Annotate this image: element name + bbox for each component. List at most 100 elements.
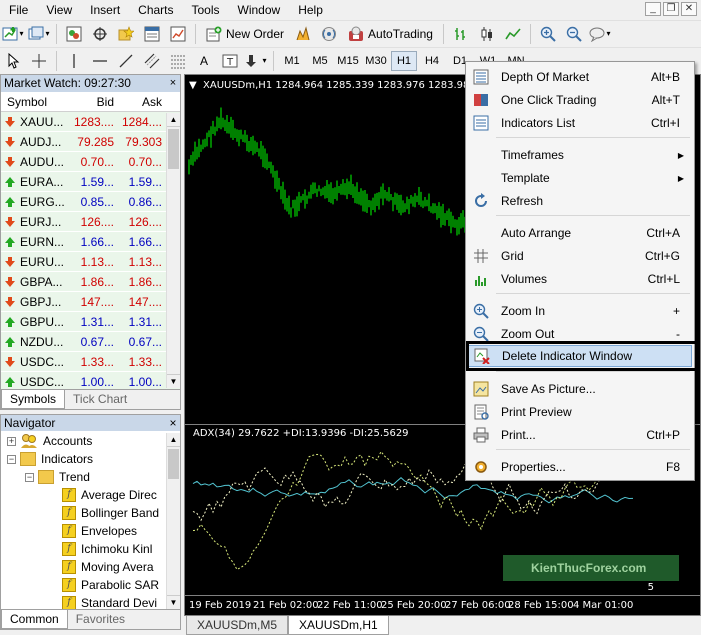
text-label-button[interactable]: T (219, 50, 241, 72)
fibonacci-button[interactable] (167, 50, 189, 72)
menu-item-template[interactable]: Template ▶ (468, 167, 692, 189)
navigator-item-folder[interactable]: − Trend (25, 468, 90, 486)
market-watch-row[interactable]: GBPU... 1.31... 1.31... (1, 312, 180, 332)
horizontal-line-button[interactable] (89, 50, 111, 72)
new-order-button[interactable]: New Order (202, 23, 288, 45)
tree-toggle-icon[interactable]: − (7, 454, 16, 464)
navigator-item-indicator[interactable]: f Moving Avera (49, 558, 154, 576)
column-header-ask[interactable]: Ask (118, 92, 166, 111)
market-watch-row[interactable]: EURN... 1.66... 1.66... (1, 232, 180, 252)
navigator-scrollbar[interactable]: ▲ ▼ (166, 433, 180, 609)
menu-item-save-as-picture[interactable]: Save As Picture... (468, 378, 692, 400)
restore-button[interactable]: ❐ (663, 2, 679, 16)
zoom-in-button[interactable] (537, 23, 559, 45)
timeframe-m1[interactable]: M1 (279, 51, 305, 71)
menu-item-timeframes[interactable]: Timeframes ▶ (468, 144, 692, 166)
chart-candles-button[interactable] (476, 23, 498, 45)
arrows-button[interactable]: ▾ (245, 50, 267, 72)
tree-toggle-icon[interactable]: − (25, 472, 34, 482)
trendline-button[interactable] (115, 50, 137, 72)
new-chart-button[interactable]: ▾ (2, 23, 24, 45)
menu-item-depth-of-market[interactable]: Depth Of Market Alt+B (468, 66, 692, 88)
crosshair-button[interactable] (28, 50, 50, 72)
menu-item-auto-arrange[interactable]: Auto Arrange Ctrl+A (468, 222, 692, 244)
chart-tab-h1[interactable]: XAUUSDm,H1 (288, 616, 389, 635)
tab-tick-chart[interactable]: Tick Chart (65, 390, 135, 409)
market-watch-row[interactable]: NZDU... 0.67... 0.67... (1, 332, 180, 352)
terminal-button[interactable] (141, 23, 163, 45)
navigator-item-indicator[interactable]: f Ichimoku Kinl (49, 540, 152, 558)
navigator-item-indicator[interactable]: f Parabolic SAR (49, 576, 159, 594)
menu-item-one-click-trading[interactable]: One Click Trading Alt+T (468, 89, 692, 111)
timeframe-m5[interactable]: M5 (307, 51, 333, 71)
close-button[interactable]: ✕ (681, 2, 697, 16)
chart-line-button[interactable] (502, 23, 524, 45)
menu-item-label: Volumes (501, 272, 548, 286)
navigator-item-indicator[interactable]: f Envelopes (49, 522, 137, 540)
tab-favorites[interactable]: Favorites (68, 610, 133, 629)
menu-item-print-preview[interactable]: Print Preview (468, 401, 692, 423)
strategy-tester-button[interactable] (167, 23, 189, 45)
menu-file[interactable]: File (0, 1, 37, 19)
tile-windows-button[interactable]: ▾ (589, 23, 611, 45)
market-watch-row[interactable]: GBPJ... 147.... 147.... (1, 292, 180, 312)
navigator-button[interactable] (115, 23, 137, 45)
navigator-item-folder[interactable]: − Indicators (7, 450, 93, 468)
chart-tab-m5[interactable]: XAUUSDm,M5 (186, 616, 289, 635)
market-watch-button[interactable] (63, 23, 85, 45)
data-window-button[interactable] (89, 23, 111, 45)
market-watch-row[interactable]: EURU... 1.13... 1.13... (1, 252, 180, 272)
tab-common[interactable]: Common (1, 610, 68, 629)
navigator-item-indicator[interactable]: f Average Direc (49, 486, 157, 504)
svg-text:T: T (226, 57, 234, 68)
market-watch-row[interactable]: GBPA... 1.86... 1.86... (1, 272, 180, 292)
menu-insert[interactable]: Insert (81, 1, 129, 19)
menu-item-indicators-list[interactable]: Indicators List Ctrl+I (468, 112, 692, 134)
navigator-item-indicator[interactable]: f Bollinger Band (49, 504, 159, 522)
menu-item-zoom-in[interactable]: Zoom In + (468, 300, 692, 322)
menu-help[interactable]: Help (289, 1, 332, 19)
timeframe-m15[interactable]: M15 (335, 51, 361, 71)
column-header-symbol[interactable]: Symbol (1, 92, 67, 111)
menu-view[interactable]: View (37, 1, 81, 19)
profiles-button[interactable]: ▾ (28, 23, 50, 45)
signals-button[interactable] (318, 23, 340, 45)
timeframe-m30[interactable]: M30 (363, 51, 389, 71)
timeframe-h4[interactable]: H4 (419, 51, 445, 71)
market-watch-row[interactable]: EURA... 1.59... 1.59... (1, 172, 180, 192)
menu-charts[interactable]: Charts (129, 1, 182, 19)
market-watch-row[interactable]: AUDJ... 79.285 79.303 (1, 132, 180, 152)
autotrading-button[interactable]: AutoTrading (344, 23, 437, 45)
menu-item-properties[interactable]: Properties... F8 (468, 456, 692, 478)
market-watch-row[interactable]: USDC... 1.33... 1.33... (1, 352, 180, 372)
market-watch-close-icon[interactable]: × (166, 75, 180, 92)
tab-symbols[interactable]: Symbols (1, 390, 66, 409)
navigator-item-accounts[interactable]: + Accounts (7, 432, 92, 450)
cursor-button[interactable] (2, 50, 24, 72)
minimize-button[interactable]: _ (645, 2, 661, 16)
channel-button[interactable] (141, 50, 163, 72)
menu-item-volumes[interactable]: Volumes Ctrl+L (468, 268, 692, 290)
tree-toggle-icon[interactable]: + (7, 436, 16, 446)
text-button[interactable]: A (193, 50, 215, 72)
chart-bars-button[interactable] (450, 23, 472, 45)
menu-tools[interactable]: Tools (183, 1, 229, 19)
row-bid: 0.70... (80, 155, 114, 169)
zoom-out-button[interactable] (563, 23, 585, 45)
market-watch-row[interactable]: EURJ... 126.... 126.... (1, 212, 180, 232)
menu-window[interactable]: Window (229, 1, 290, 19)
market-watch-row[interactable]: AUDU... 0.70... 0.70... (1, 152, 180, 172)
market-watch-scrollbar[interactable]: ▲ ▼ (166, 113, 180, 388)
menu-item-grid[interactable]: Grid Ctrl+G (468, 245, 692, 267)
column-header-bid[interactable]: Bid (67, 92, 118, 111)
market-watch-row[interactable]: EURG... 0.85... 0.86... (1, 192, 180, 212)
market-watch-row[interactable]: XAUU... 1283.... 1284.... (1, 112, 180, 132)
menu-item-label: Refresh (501, 194, 544, 208)
menu-item-print[interactable]: Print... Ctrl+P (468, 424, 692, 446)
vertical-line-button[interactable] (63, 50, 85, 72)
row-symbol: GBPA... (1, 272, 67, 291)
menu-item-refresh[interactable]: Refresh (468, 190, 692, 212)
navigator-close-icon[interactable]: × (166, 415, 180, 431)
timeframe-h1[interactable]: H1 (391, 50, 417, 71)
metaeditor-button[interactable] (292, 23, 314, 45)
